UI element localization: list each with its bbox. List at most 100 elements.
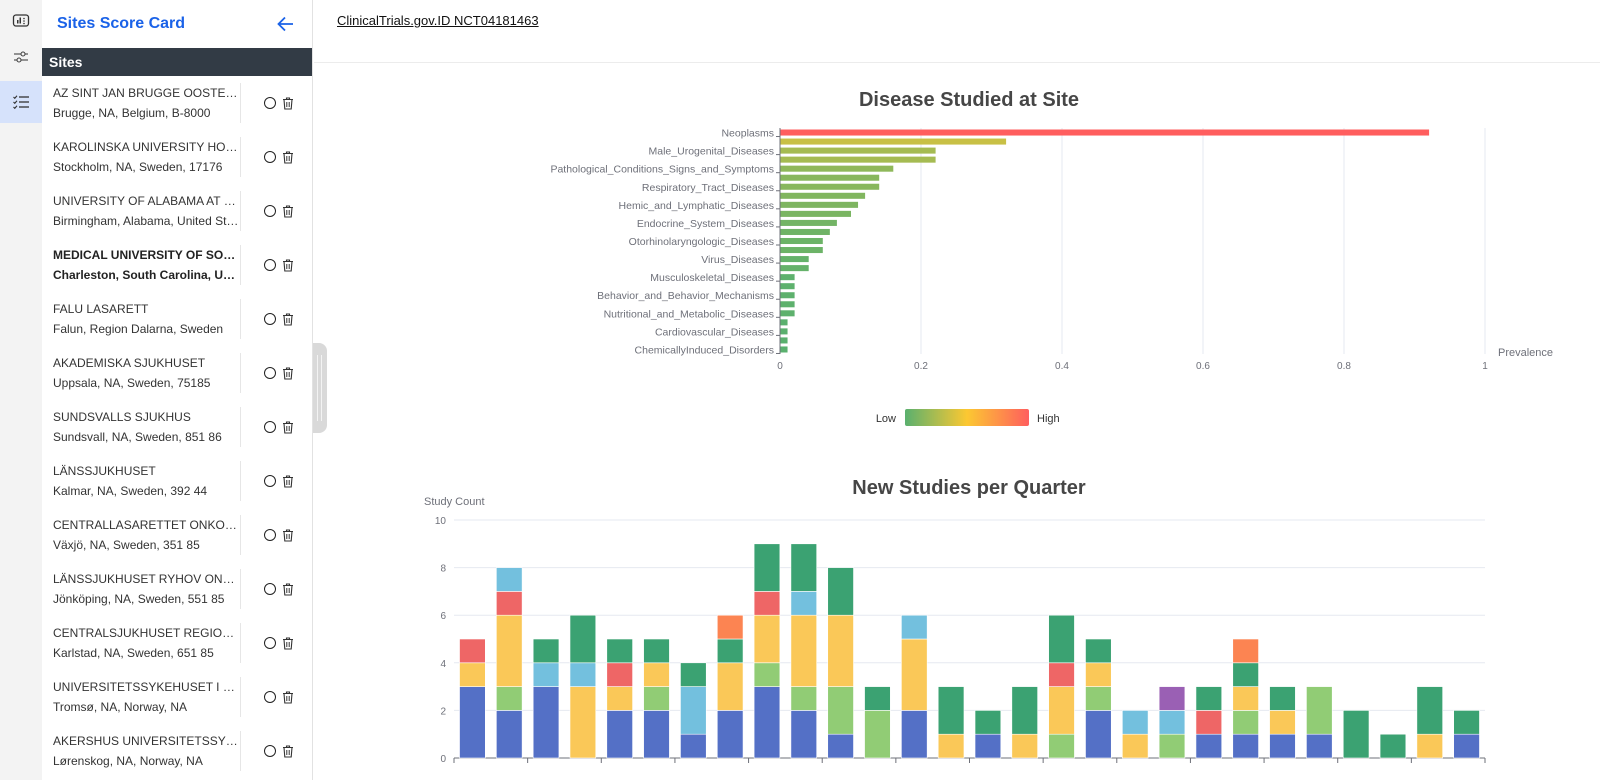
stacked-bar-segment bbox=[1158, 686, 1186, 711]
stacked-bar-segment bbox=[459, 686, 486, 759]
stacked-bar-segment bbox=[1085, 662, 1112, 687]
site-location: Brugge, NA, Belgium, B-8000 bbox=[53, 106, 211, 120]
site-list-item[interactable]: AKADEMISKA SJUKHUSET Uppsala, NA, Sweden… bbox=[42, 346, 312, 400]
stacked-bar-segment bbox=[496, 710, 523, 759]
stacked-bar-segment bbox=[1453, 710, 1480, 735]
rail-checklist-button[interactable] bbox=[0, 81, 42, 123]
y-tick-label: 10 bbox=[435, 516, 447, 527]
site-list-item[interactable]: CENTRALSJUKHUSET REGION VÄRMLAND Karlsta… bbox=[42, 616, 312, 670]
site-list-item[interactable]: LÄNSSJUKHUSET Kalmar, NA, Sweden, 392 44 bbox=[42, 454, 312, 508]
select-site-radio[interactable] bbox=[264, 637, 276, 649]
site-divider bbox=[240, 623, 241, 663]
delete-site-trash-icon[interactable] bbox=[282, 312, 294, 326]
stacked-bar-segment bbox=[1048, 614, 1075, 664]
select-site-radio[interactable] bbox=[264, 97, 276, 109]
x-tick-label: 0 bbox=[777, 361, 783, 372]
trial-link[interactable]: ClinicalTrials.gov.ID NCT04181463 bbox=[337, 13, 539, 28]
icon-rail bbox=[0, 0, 42, 780]
site-list: AZ SINT JAN BRUGGE OOSTENDE AV Brugge, N… bbox=[42, 76, 312, 778]
site-divider bbox=[240, 245, 241, 285]
select-site-radio[interactable] bbox=[264, 745, 276, 757]
delete-site-trash-icon[interactable] bbox=[282, 474, 294, 488]
select-site-radio[interactable] bbox=[264, 259, 276, 271]
site-list-item[interactable]: UNIVERSITETSSYKEHUSET I NORD-NORGE Troms… bbox=[42, 670, 312, 724]
stacked-bar-segment bbox=[1232, 733, 1259, 759]
site-divider bbox=[240, 569, 241, 609]
y-tick-label: ChemicallyInduced_Disorders bbox=[635, 344, 774, 356]
stacked-bar-segment bbox=[496, 686, 523, 711]
delete-site-trash-icon[interactable] bbox=[282, 582, 294, 596]
sliders-icon bbox=[14, 51, 28, 63]
site-location: Karlstad, NA, Sweden, 651 85 bbox=[53, 646, 214, 660]
stacked-bar-segment bbox=[716, 710, 744, 759]
checklist-icon bbox=[13, 95, 29, 110]
stacked-bar-segment bbox=[606, 638, 633, 664]
bar bbox=[780, 292, 795, 299]
delete-site-trash-icon[interactable] bbox=[282, 744, 294, 758]
rail-filters-button[interactable] bbox=[0, 36, 42, 78]
site-list-item[interactable]: KAROLINSKA UNIVERSITY HOSPITAL Stockholm… bbox=[42, 130, 312, 184]
delete-site-trash-icon[interactable] bbox=[282, 636, 294, 650]
stacked-bar-segment bbox=[680, 733, 707, 759]
stacked-bar-segment bbox=[532, 662, 560, 687]
site-list-item[interactable]: LÄNSSJUKHUSET RYHOV ONKOLOGI Jönköping, … bbox=[42, 562, 312, 616]
select-site-radio[interactable] bbox=[264, 151, 276, 163]
site-list-item[interactable]: AZ SINT JAN BRUGGE OOSTENDE AV Brugge, N… bbox=[42, 76, 312, 130]
stacked-bar-segment bbox=[1453, 733, 1480, 759]
site-list-item[interactable]: MEDICAL UNIVERSITY OF SOUTH CAROLINA Cha… bbox=[42, 238, 312, 292]
stacked-bar-segment bbox=[532, 638, 560, 664]
site-actions bbox=[264, 400, 294, 454]
delete-site-trash-icon[interactable] bbox=[282, 258, 294, 272]
delete-site-trash-icon[interactable] bbox=[282, 366, 294, 380]
stacked-bar-segment bbox=[1269, 686, 1296, 711]
stacked-bar-segment bbox=[1122, 710, 1149, 735]
select-site-radio[interactable] bbox=[264, 421, 276, 433]
site-list-item[interactable]: UNIVERSITY OF ALABAMA AT BIRMINGHAM Birm… bbox=[42, 184, 312, 238]
delete-site-trash-icon[interactable] bbox=[282, 204, 294, 218]
site-list-item[interactable]: FALU LASARETT Falun, Region Dalarna, Swe… bbox=[42, 292, 312, 346]
site-text: SUNDSVALLS SJUKHUS Sundsvall, NA, Sweden… bbox=[42, 407, 240, 447]
site-location: Falun, Region Dalarna, Sweden bbox=[53, 322, 224, 336]
bar bbox=[780, 210, 851, 217]
stacked-bar-segment bbox=[606, 710, 633, 759]
site-list-item[interactable]: CENTRALLASARETTET ONKOLOGI Växjö, NA, Sw… bbox=[42, 508, 312, 562]
site-actions bbox=[264, 508, 294, 562]
site-name: LÄNSSJUKHUSET bbox=[53, 464, 156, 478]
site-text: AKADEMISKA SJUKHUSET Uppsala, NA, Sweden… bbox=[42, 353, 240, 393]
select-site-radio[interactable] bbox=[264, 313, 276, 325]
select-site-radio[interactable] bbox=[264, 529, 276, 541]
delete-site-trash-icon[interactable] bbox=[282, 690, 294, 704]
sites-panel: Sites Score Card Sites AZ SINT JAN BRUGG… bbox=[42, 0, 313, 780]
site-name: CENTRALSJUKHUSET REGION VÄRMLAND bbox=[53, 626, 240, 640]
site-list-item[interactable]: SUNDSVALLS SJUKHUS Sundsvall, NA, Sweden… bbox=[42, 400, 312, 454]
stacked-bar-segment bbox=[1048, 686, 1075, 735]
stacked-bar-segment bbox=[643, 710, 670, 759]
select-site-radio[interactable] bbox=[264, 583, 276, 595]
site-name: AZ SINT JAN BRUGGE OOSTENDE AV bbox=[53, 86, 240, 100]
stacked-bar-segment bbox=[459, 638, 486, 664]
stacked-bar-segment bbox=[1269, 733, 1296, 759]
stacked-bar-segment bbox=[1158, 710, 1186, 735]
site-actions bbox=[264, 184, 294, 238]
select-site-radio[interactable] bbox=[264, 205, 276, 217]
back-button[interactable] bbox=[274, 13, 296, 35]
select-site-radio[interactable] bbox=[264, 475, 276, 487]
site-list-item[interactable]: AKERSHUS UNIVERSITETSSYKEHUS Lørenskog, … bbox=[42, 724, 312, 778]
y-tick-label: 0 bbox=[440, 754, 446, 765]
y-tick-label: Neoplasms bbox=[721, 128, 774, 140]
stacked-bar-segment bbox=[1011, 733, 1038, 759]
site-text: FALU LASARETT Falun, Region Dalarna, Swe… bbox=[42, 299, 240, 339]
delete-site-trash-icon[interactable] bbox=[282, 150, 294, 164]
delete-site-trash-icon[interactable] bbox=[282, 528, 294, 542]
delete-site-trash-icon[interactable] bbox=[282, 420, 294, 434]
delete-site-trash-icon[interactable] bbox=[282, 96, 294, 110]
stacked-bar-segment bbox=[606, 662, 633, 687]
site-location: Lørenskog, NA, Norway, NA bbox=[53, 754, 203, 768]
bar bbox=[780, 147, 936, 154]
select-site-radio[interactable] bbox=[264, 367, 276, 379]
site-name: MEDICAL UNIVERSITY OF SOUTH CAROLINA bbox=[53, 248, 240, 262]
site-name: KAROLINSKA UNIVERSITY HOSPITAL bbox=[53, 140, 240, 154]
site-text: CENTRALSJUKHUSET REGION VÄRMLAND Karlsta… bbox=[42, 623, 240, 663]
select-site-radio[interactable] bbox=[264, 691, 276, 703]
site-actions bbox=[264, 238, 294, 292]
